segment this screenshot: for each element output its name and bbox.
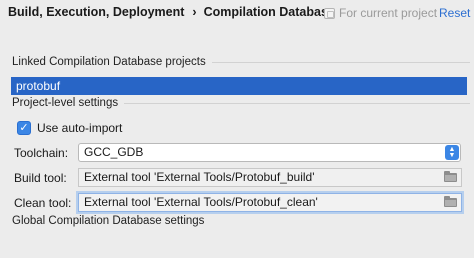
scope-indicator: For current project [324, 6, 437, 20]
auto-import-row[interactable]: ✓ Use auto-import [17, 121, 122, 135]
linked-project-item[interactable]: protobuf [11, 77, 467, 95]
section-divider [124, 102, 470, 104]
clean-tool-field[interactable]: External tool 'External Tools/Protobuf_c… [78, 193, 462, 212]
toolchain-select[interactable]: GCC_GDB ▲ ▼ [78, 143, 461, 162]
breadcrumb-current: Compilation Database [203, 5, 335, 19]
project-settings-title-text: Project-level settings [12, 97, 119, 109]
scope-label: For current project [339, 6, 438, 20]
linked-projects-title-text: Linked Compilation Database projects [12, 56, 206, 68]
build-tool-field[interactable]: External tool 'External Tools/Protobuf_b… [78, 168, 462, 187]
global-settings-section-title: Global Compilation Database settings [12, 215, 470, 227]
linked-projects-section-title: Linked Compilation Database projects [12, 56, 470, 68]
toolchain-label: Toolchain: [14, 146, 69, 160]
breadcrumb-separator: › [192, 5, 197, 19]
build-tool-value: External tool 'External Tools/Protobuf_b… [84, 170, 315, 184]
project-settings-section-title: Project-level settings [12, 97, 470, 109]
auto-import-label: Use auto-import [37, 121, 123, 135]
folder-icon[interactable] [444, 171, 457, 182]
clean-tool-label: Clean tool: [14, 196, 72, 210]
project-scope-icon [324, 7, 335, 19]
reset-link[interactable]: Reset [439, 6, 470, 20]
auto-import-checkbox[interactable]: ✓ [17, 121, 31, 135]
section-divider [211, 61, 470, 63]
linked-project-label: protobuf [16, 79, 61, 93]
breadcrumb-parent[interactable]: Build, Execution, Deployment [8, 5, 184, 19]
toolchain-value: GCC_GDB [84, 145, 144, 159]
checkmark-icon: ✓ [19, 121, 29, 134]
chevron-up-down-icon[interactable]: ▲ ▼ [445, 145, 459, 160]
build-tool-label: Build tool: [14, 171, 67, 185]
global-settings-title-text: Global Compilation Database settings [12, 215, 205, 227]
arrow-down-glyph: ▼ [448, 151, 456, 159]
folder-icon[interactable] [444, 196, 457, 207]
clean-tool-value: External tool 'External Tools/Protobuf_c… [84, 195, 318, 209]
settings-panel: Linked Compilation Database projects pro… [0, 26, 474, 258]
breadcrumb: Build, Execution, Deployment › Compilation… [8, 5, 335, 19]
